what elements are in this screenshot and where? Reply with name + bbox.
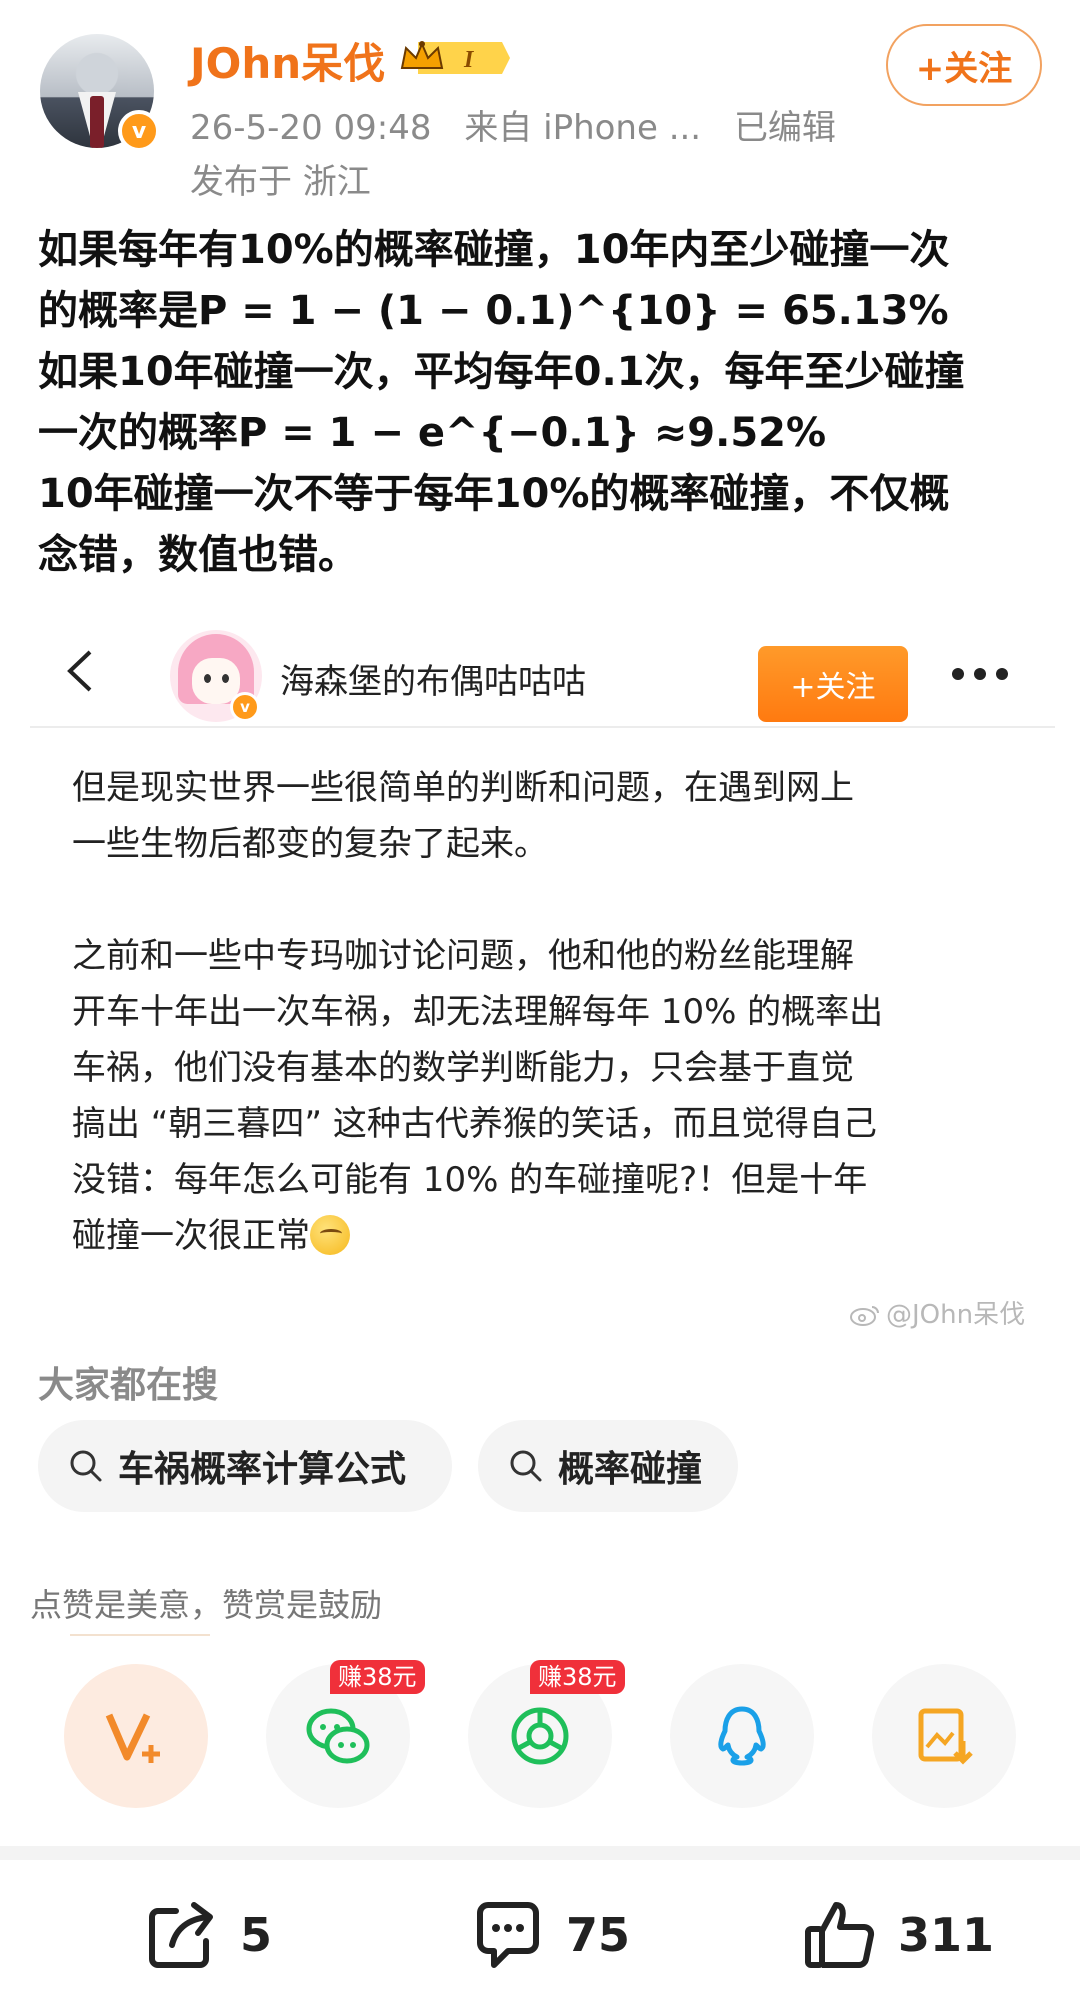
embed-verified-icon: v — [230, 692, 260, 722]
reward-button[interactable] — [64, 1664, 208, 1808]
like-count: 311 — [898, 1908, 995, 1962]
follow-button[interactable]: +关注 — [886, 24, 1042, 106]
vip-crown-icon: I — [400, 41, 510, 74]
trending-search-title: 大家都在搜 — [38, 1365, 219, 1406]
earn-tag: 赚38元 — [530, 1660, 625, 1694]
comment-button[interactable]: 75 — [468, 1890, 630, 1980]
post-line: 10年碰撞一次不等于每年10%的概率碰撞，不仅概 — [38, 471, 950, 517]
avatar-tie — [90, 96, 104, 148]
embed-line: 一些生物后都变的复杂了起来。 — [72, 824, 548, 864]
post-header: v JOhn呆伐 I 26-5-20 09:48 来自 iPhone ... 已… — [0, 0, 1080, 215]
post-meta: 26-5-20 09:48 来自 iPhone ... 已编辑 — [190, 100, 858, 149]
reward-v-plus-icon — [105, 1713, 160, 1763]
search-icon — [70, 1450, 102, 1482]
repost-count: 5 — [240, 1908, 273, 1962]
thumbs-up-icon — [805, 1902, 875, 1968]
post-source[interactable]: 来自 iPhone ... — [464, 108, 701, 148]
embed-nav-bar: v 海森堡的布偶咕咕咕 +关注 — [30, 618, 1055, 728]
embed-follow-button: +关注 — [758, 646, 908, 722]
avatar-eye — [204, 674, 211, 683]
embed-line: 没错：每年怎么可能有 10% 的车碰撞呢?！但是十年 — [72, 1160, 868, 1200]
search-chip[interactable]: 概率碰撞 — [478, 1420, 738, 1512]
search-chip-label: 车祸概率计算公式 — [118, 1449, 407, 1490]
like-button[interactable]: 311 — [800, 1890, 994, 1980]
vip-level: I — [463, 47, 475, 73]
embed-line: 车祸，他们没有基本的数学判断能力，只会基于直觉 — [72, 1048, 854, 1088]
post-line: 一次的概率P = 1 − e^{−0.1} ≈9.52% — [38, 410, 827, 456]
save-image-icon — [918, 1708, 973, 1765]
watermark: @JOhn呆伐 — [850, 1294, 1025, 1331]
post-location: 发布于 浙江 — [190, 162, 371, 202]
post-time: 26-5-20 09:48 — [190, 108, 432, 148]
verified-icon: v — [118, 110, 160, 152]
embed-body: 但是现实世界一些很简单的判断和问题，在遇到网上 一些生物后都变的复杂了起来。 之… — [72, 760, 1032, 1264]
embed-line: 但是现实世界一些很简单的判断和问题，在遇到网上 — [72, 768, 854, 808]
search-chip-label: 概率碰撞 — [558, 1449, 703, 1490]
share-qq-button[interactable] — [670, 1664, 814, 1808]
embed-line: 搞出 “朝三暮四” 这种古代养猴的笑话，而且觉得自己 — [72, 1104, 877, 1144]
post-line: 如果10年碰撞一次，平均每年0.1次，每年至少碰撞 — [38, 349, 965, 395]
post-line: 的概率是P = 1 − (1 − 0.1)^{10} = 65.13% — [38, 288, 949, 334]
embed-line: 开车十年出一次车祸，却无法理解每年 10% 的概率出 — [72, 992, 884, 1032]
embed-author-name: 海森堡的布偶咕咕咕 — [280, 662, 586, 702]
reward-divider — [70, 1634, 210, 1636]
search-chip[interactable]: 车祸概率计算公式 — [38, 1420, 452, 1512]
back-arrow-icon — [67, 650, 92, 692]
more-dots-icon — [952, 668, 1008, 680]
embed-line-last: 碰撞一次很正常 — [72, 1208, 1032, 1264]
share-icon — [149, 1902, 213, 1968]
weibo-icon — [850, 1306, 879, 1326]
edited-label[interactable]: 已编辑 — [734, 108, 836, 148]
watermark-text: @JOhn呆伐 — [886, 1300, 1026, 1330]
wechat-moments-icon — [511, 1707, 569, 1765]
bottom-divider — [0, 1846, 1080, 1860]
embed-line: 之前和一些中专玛咖讨论问题，他和他的粉丝能理解 — [72, 936, 854, 976]
repost-button[interactable]: 5 — [142, 1890, 272, 1980]
author-name[interactable]: JOhn呆伐 — [190, 30, 385, 91]
search-icon — [510, 1450, 542, 1482]
post-line: 念错，数值也错。 — [38, 532, 358, 578]
post-line: 如果每年有10%的概率碰撞，10年内至少碰撞一次 — [38, 227, 950, 273]
comment-icon — [477, 1902, 539, 1968]
thinking-emoji-icon — [310, 1215, 350, 1255]
embedded-screenshot[interactable]: v 海森堡的布偶咕咕咕 +关注 但是现实世界一些很简单的判断和问题，在遇到网上 … — [30, 600, 1055, 1340]
save-image-button[interactable] — [872, 1664, 1016, 1808]
comment-count: 75 — [566, 1908, 631, 1962]
embed-line: 碰撞一次很正常 — [72, 1216, 310, 1256]
qq-icon — [718, 1706, 766, 1766]
wechat-icon — [306, 1708, 370, 1764]
post-body: 如果每年有10%的概率碰撞，10年内至少碰撞一次 的概率是P = 1 − (1 … — [38, 220, 1048, 586]
reward-text: 点赞是美意，赞赏是鼓励 — [30, 1586, 383, 1624]
earn-tag: 赚38元 — [330, 1660, 425, 1694]
avatar-eye — [222, 674, 229, 683]
